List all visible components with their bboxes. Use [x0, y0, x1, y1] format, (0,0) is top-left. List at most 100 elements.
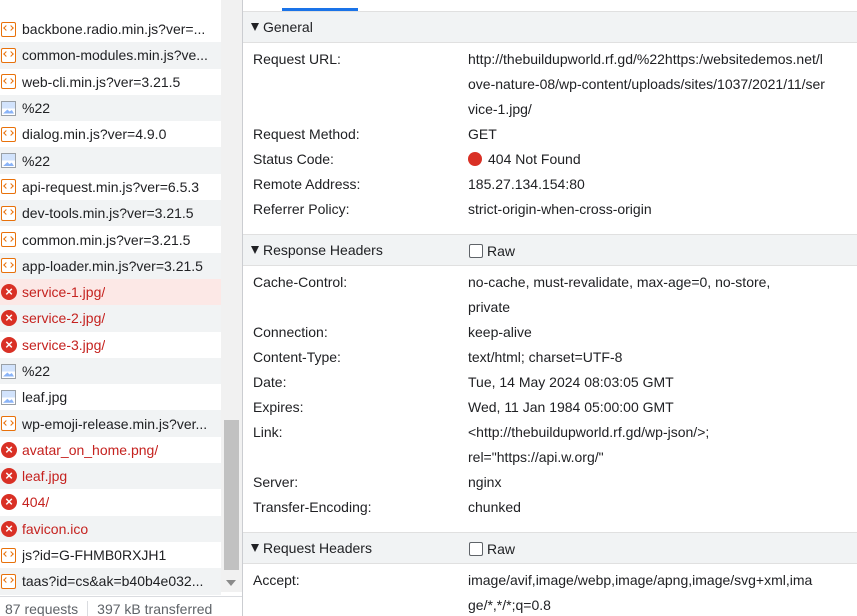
referrer-policy-value: strict-origin-when-cross-origin [468, 201, 652, 217]
request-row[interactable]: taas?id=cs&ak=b40b4e032... [0, 568, 221, 595]
status-code-label: Status Code: [253, 151, 334, 167]
raw-checkbox[interactable] [469, 244, 483, 258]
image-icon [1, 363, 16, 379]
header-name: Server: [253, 474, 299, 490]
header-name: Connection: [253, 324, 328, 340]
status-code-text: 404 Not Found [488, 151, 581, 167]
request-name: %22 [22, 152, 51, 169]
request-raw-toggle[interactable]: Raw [469, 533, 515, 565]
request-name: backbone.radio.min.js?ver=... [22, 21, 206, 38]
general-section-header[interactable]: General [243, 11, 857, 43]
script-icon [1, 179, 16, 195]
scroll-down-arrow-icon[interactable] [226, 580, 236, 586]
script-icon [1, 74, 16, 90]
header-value[interactable]: nginx [468, 470, 857, 495]
header-value[interactable]: <http://thebuildupworld.rf.gd/wp-json/>;… [468, 420, 857, 470]
header-name: Date: [253, 374, 287, 390]
request-name: dev-tools.min.js?ver=3.21.5 [22, 205, 194, 222]
raw-checkbox[interactable] [469, 542, 483, 556]
request-name: favicon.ico [22, 520, 89, 537]
header-value[interactable]: keep-alive [468, 320, 857, 345]
request-row[interactable]: %22 [0, 147, 221, 174]
request-row[interactable]: × service-3.jpg/ [0, 332, 221, 358]
request-row[interactable]: %22 [0, 94, 221, 122]
header-name: Transfer-Encoding: [253, 499, 372, 515]
request-row[interactable]: common-modules.min.js?ve... [0, 42, 221, 69]
request-name: common.min.js?ver=3.21.5 [22, 231, 191, 248]
referrer-policy-label: Referrer Policy: [253, 201, 350, 217]
request-name: taas?id=cs&ak=b40b4e032... [22, 573, 204, 590]
request-name: service-3.jpg/ [22, 336, 106, 353]
request-row[interactable]: wp-emoji-release.min.js?ver... [0, 410, 221, 437]
request-name: leaf.jpg [22, 468, 68, 485]
request-row[interactable]: × 404/ [0, 489, 221, 515]
request-row[interactable]: × avatar_on_home.png/ [0, 437, 221, 463]
request-name: %22 [22, 363, 51, 379]
header-value[interactable]: Wed, 11 Jan 1984 05:00:00 GMT [468, 395, 857, 420]
script-icon [1, 205, 16, 221]
header-row: Date: Tue, 14 May 2024 08:03:05 GMT [253, 370, 857, 395]
request-url-line: http://thebuildupworld.rf.gd/%22https:/w… [468, 51, 823, 67]
header-value-line: <http://thebuildupworld.rf.gd/wp-json/>; [468, 424, 710, 440]
script-icon [1, 416, 16, 432]
raw-label: Raw [487, 541, 516, 557]
request-row[interactable]: × favicon.ico [0, 515, 221, 542]
request-name: dialog.min.js?ver=4.9.0 [22, 126, 167, 143]
header-row: Connection: keep-alive [253, 320, 857, 345]
header-value-line: nginx [468, 474, 502, 490]
header-value[interactable]: image/avif,image/webp,image/apng,image/s… [468, 568, 857, 616]
request-row[interactable]: dialog.min.js?ver=4.9.0 [0, 121, 221, 147]
request-row[interactable]: api-request.min.js?ver=6.5.3 [0, 174, 221, 200]
expand-triangle-icon [251, 23, 259, 31]
header-value[interactable]: text/html; charset=UTF-8 [468, 345, 857, 370]
header-value[interactable]: chunked [468, 495, 857, 520]
header-name: Cache-Control: [253, 274, 348, 290]
request-row[interactable]: leaf.jpg [0, 384, 221, 410]
header-value[interactable]: no-cache, must-revalidate, max-age=0, no… [468, 270, 857, 320]
header-value-line: no-cache, must-revalidate, max-age=0, no… [468, 274, 771, 290]
request-row[interactable]: × service-2.jpg/ [0, 305, 221, 332]
image-icon [1, 100, 16, 116]
request-headers-section-header[interactable]: Request Headers Raw [243, 532, 857, 564]
request-row[interactable]: common.min.js?ver=3.21.5 [0, 226, 221, 252]
scrollbar-thumb[interactable] [224, 420, 239, 570]
request-row[interactable]: × leaf.jpg [0, 463, 221, 490]
status-code-row: Status Code: 404 Not Found [253, 147, 857, 172]
remote-address-row: Remote Address: 185.27.134.154:80 [253, 172, 857, 197]
request-row[interactable]: web-cli.min.js?ver=3.21.5 [0, 69, 221, 95]
header-name: Accept: [253, 572, 300, 588]
request-url-value[interactable]: http://thebuildupworld.rf.gd/%22https:/w… [468, 47, 857, 122]
request-headers-title: Request Headers [263, 540, 372, 556]
request-row[interactable]: %22 [0, 357, 221, 385]
request-row[interactable]: js?id=G-FHMB0RXJH1 [0, 542, 221, 568]
request-name: leaf.jpg [22, 389, 68, 406]
request-row[interactable]: backbone.radio.min.js?ver=... [0, 16, 221, 42]
script-icon [1, 47, 16, 63]
request-url-label: Request URL: [253, 51, 341, 67]
request-name: app-loader.min.js?ver=3.21.5 [22, 257, 203, 274]
transferred-size: 397 kB transferred [97, 601, 213, 616]
request-name: wp-emoji-release.min.js?ver... [22, 415, 208, 432]
request-url-line: ove-nature-08/wp-content/uploads/sites/1… [468, 76, 825, 92]
header-value[interactable]: Tue, 14 May 2024 08:03:05 GMT [468, 370, 857, 395]
referrer-policy-row: Referrer Policy: strict-origin-when-cros… [253, 197, 857, 222]
response-headers-section-header[interactable]: Response Headers Raw [243, 234, 857, 266]
general-section-title: General [263, 19, 313, 35]
header-name: Link: [253, 424, 283, 440]
header-value-line: ge/*,*/*;q=0.8 [468, 597, 551, 613]
header-row: Accept: image/avif,image/webp,image/apng,… [253, 568, 857, 616]
request-url-row: Request URL: http://thebuildupworld.rf.g… [253, 47, 857, 122]
script-icon [1, 126, 16, 142]
request-name: service-1.jpg/ [22, 284, 106, 301]
script-icon [1, 21, 16, 37]
request-name: js?id=G-FHMB0RXJH1 [22, 547, 167, 564]
request-row[interactable]: × service-1.jpg/ [0, 278, 221, 306]
raw-label: Raw [487, 243, 516, 259]
header-row: Server: nginx [253, 470, 857, 495]
request-row[interactable]: app-loader.min.js?ver=3.21.5 [0, 252, 221, 279]
error-icon: × [1, 520, 17, 537]
request-row[interactable]: dev-tools.min.js?ver=3.21.5 [0, 200, 221, 227]
header-name: Content-Type: [253, 349, 341, 365]
request-list-scrollbar[interactable] [221, 0, 242, 592]
response-raw-toggle[interactable]: Raw [469, 235, 515, 267]
